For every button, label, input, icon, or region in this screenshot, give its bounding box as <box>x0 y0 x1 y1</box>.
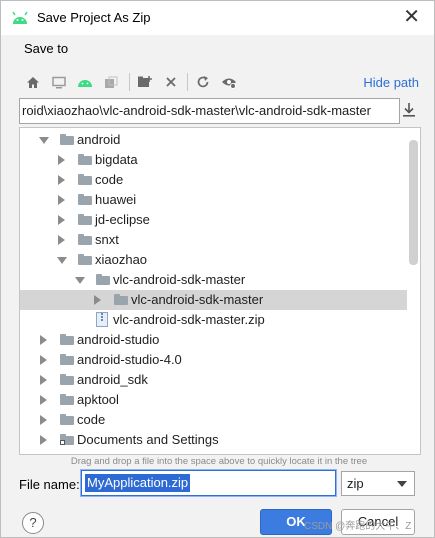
tree-item-label: vlc-android-sdk-master.zip <box>113 312 265 327</box>
delete-icon[interactable] <box>161 72 181 92</box>
zip-file-icon <box>96 312 108 327</box>
extension-dropdown[interactable]: zip <box>341 471 415 496</box>
tree-row[interactable]: bigdata <box>20 150 407 170</box>
chevron-right-icon[interactable] <box>40 435 47 445</box>
tree-item-label: vlc-android-sdk-master <box>131 292 264 307</box>
refresh-icon[interactable] <box>193 72 213 92</box>
hide-path-link[interactable]: Hide path <box>363 75 419 90</box>
chevron-right-icon[interactable] <box>40 395 47 405</box>
folder-icon <box>60 374 74 385</box>
path-row <box>19 98 419 124</box>
folder-icon <box>78 234 92 245</box>
chevron-down-icon[interactable] <box>75 277 85 284</box>
desktop-icon[interactable] <box>49 72 69 92</box>
tree-item-label: code <box>77 412 106 427</box>
chevron-right-icon[interactable] <box>58 175 65 185</box>
window-title: Save Project As Zip <box>37 10 151 25</box>
help-button[interactable]: ? <box>22 512 44 534</box>
shortcut-folder-icon <box>60 434 74 445</box>
show-hidden-icon[interactable] <box>219 72 239 92</box>
folder-icon <box>78 174 92 185</box>
chevron-right-icon[interactable] <box>58 215 65 225</box>
chevron-right-icon[interactable] <box>94 295 101 305</box>
tree-item-label: Documents and Settings <box>77 432 219 447</box>
tree-row[interactable]: code <box>20 170 407 190</box>
folder-icon <box>60 394 74 405</box>
tree-row[interactable]: snxt <box>20 230 407 250</box>
tree-row[interactable]: code <box>20 410 407 430</box>
folder-icon <box>96 274 110 285</box>
chevron-down-icon[interactable] <box>57 257 67 264</box>
module-icon[interactable] <box>101 72 121 92</box>
path-input[interactable] <box>19 98 400 124</box>
file-name-value[interactable]: MyApplication.zip <box>85 474 191 492</box>
toolbar-separator <box>129 73 130 91</box>
folder-icon <box>60 334 74 345</box>
tree-item-label: snxt <box>95 232 119 247</box>
chevron-right-icon[interactable] <box>40 415 47 425</box>
chevron-down-icon <box>397 481 407 487</box>
tree-row[interactable]: android-studio-4.0 <box>20 350 407 370</box>
tree-item-label: code <box>95 172 124 187</box>
tree-item-label: huawei <box>95 192 137 207</box>
chevron-right-icon[interactable] <box>58 195 65 205</box>
tree-row[interactable]: vlc-android-sdk-master <box>20 290 407 310</box>
tree-row[interactable]: huawei <box>20 190 407 210</box>
new-folder-icon[interactable] <box>135 72 155 92</box>
toolbar: Hide path <box>19 69 419 95</box>
close-icon[interactable]: ✕ <box>403 6 420 28</box>
file-name-field[interactable]: MyApplication.zip <box>81 470 336 496</box>
android-studio-icon <box>12 11 28 24</box>
download-icon[interactable] <box>401 101 417 119</box>
tree-item-label: xiaozhao <box>95 252 148 267</box>
home-icon[interactable] <box>23 72 43 92</box>
save-project-dialog: Save Project As Zip ✕ Save to Hide path … <box>0 0 435 538</box>
tree-row[interactable]: android_sdk <box>20 370 407 390</box>
tree-row[interactable]: vlc-android-sdk-master <box>20 270 407 290</box>
folder-icon <box>60 354 74 365</box>
chevron-right-icon[interactable] <box>40 375 47 385</box>
drag-drop-hint: Drag and drop a file into the space abov… <box>70 456 368 467</box>
folder-icon <box>78 214 92 225</box>
tree-item-label: android <box>77 132 121 147</box>
tree-row[interactable]: vlc-android-sdk-master.zip <box>20 310 407 330</box>
toolbar-separator <box>187 73 188 91</box>
tree-item-label: jd-eclipse <box>95 212 150 227</box>
watermark: CSDN @奔跑的大牛、Z <box>304 521 412 532</box>
folder-icon <box>114 294 128 305</box>
tree-row[interactable]: jd-eclipse <box>20 210 407 230</box>
tree-item-label: apktool <box>77 392 119 407</box>
tree-row[interactable]: android <box>20 130 407 150</box>
file-tree[interactable]: android bigdata code huawei jd-eclipse snxt xi… <box>19 127 421 455</box>
file-name-label: File name: <box>19 477 80 492</box>
android-icon[interactable] <box>75 72 95 92</box>
folder-icon <box>78 194 92 205</box>
tree-item-label: android-studio-4.0 <box>77 352 182 367</box>
extension-value: zip <box>347 476 364 491</box>
tree-row[interactable]: apktool <box>20 390 407 410</box>
save-to-label: Save to <box>24 41 69 56</box>
tree-row[interactable]: android-studio <box>20 330 407 350</box>
tree-item-label: bigdata <box>95 152 138 167</box>
tree-scrollbar[interactable] <box>409 130 418 448</box>
folder-icon <box>78 154 92 165</box>
chevron-right-icon[interactable] <box>58 155 65 165</box>
title-bar: Save Project As Zip ✕ <box>1 1 434 35</box>
folder-icon <box>60 414 74 425</box>
tree-item-label: android-studio <box>77 332 160 347</box>
chevron-right-icon[interactable] <box>40 355 47 365</box>
tree-item-label: android_sdk <box>77 372 148 387</box>
scrollbar-thumb[interactable] <box>409 140 418 265</box>
folder-icon <box>78 254 92 265</box>
chevron-down-icon[interactable] <box>39 137 49 144</box>
chevron-right-icon[interactable] <box>40 335 47 345</box>
folder-icon <box>60 134 74 145</box>
tree-row[interactable]: Documents and Settings <box>20 430 407 450</box>
tree-row[interactable]: xiaozhao <box>20 250 407 270</box>
tree-item-label: vlc-android-sdk-master <box>113 272 246 287</box>
chevron-right-icon[interactable] <box>58 235 65 245</box>
